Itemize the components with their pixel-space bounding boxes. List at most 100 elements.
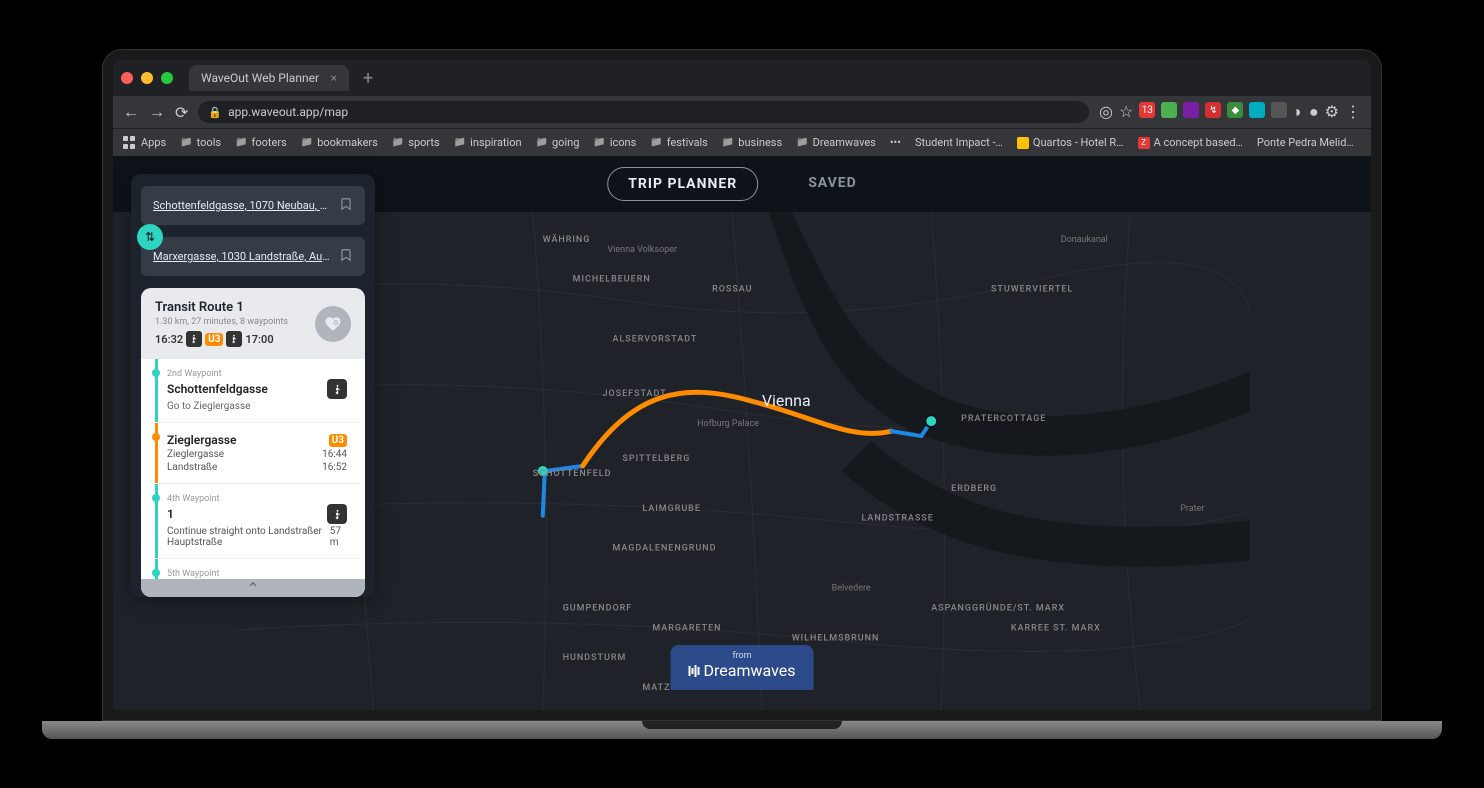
laptop-notch <box>642 721 842 729</box>
waypoint-label: 4th Waypoint <box>167 494 347 504</box>
collapse-panel-button[interactable]: ⌃ <box>141 579 365 597</box>
bookmark-folder[interactable]: footers <box>235 136 287 149</box>
favorite-route-button[interactable] <box>315 306 351 342</box>
new-tab-button[interactable]: + <box>357 68 379 89</box>
reload-button[interactable]: ⟳ <box>175 103 188 122</box>
route-step: Zieglergasse U3 Zieglergasse16:44 Landst… <box>155 423 361 484</box>
bookmark-link[interactable]: Quartos - Hotel R… <box>1017 136 1124 149</box>
waypoint-label: 2nd Waypoint <box>167 369 347 379</box>
apps-button[interactable]: Apps <box>123 136 166 150</box>
browser-tab-bar: WaveOut Web Planner × + <box>113 60 1371 96</box>
bookmarks-bar: Apps tools footers bookmakers sports ins… <box>113 128 1371 156</box>
to-location-field[interactable]: Marxergasse, 1030 Landstraße, Austria <box>141 237 365 276</box>
extension-icon[interactable] <box>1161 102 1177 118</box>
close-window-button[interactable] <box>121 72 133 84</box>
route-card: Transit Route 1 1.30 km, 27 minutes, 8 w… <box>141 288 365 597</box>
bookmark-folder[interactable]: sports <box>392 136 440 149</box>
window-controls <box>121 72 173 84</box>
svg-text:WILHELMSBRUNN: WILHELMSBRUNN <box>792 633 880 643</box>
extension-icon[interactable] <box>1249 102 1265 118</box>
close-tab-icon[interactable]: × <box>331 71 337 85</box>
route-step: 2nd Waypoint Schottenfeldgasse Go to Zie… <box>155 359 361 423</box>
nav-tabs: TRIP PLANNER SAVED <box>607 167 877 201</box>
minimize-window-button[interactable] <box>141 72 153 84</box>
svg-text:SCHOTTENFELD: SCHOTTENFELD <box>533 469 612 479</box>
svg-text:MARGARETEN: MARGARETEN <box>652 623 721 633</box>
svg-text:ASPANGGRÜNDE/ST. MARX: ASPANGGRÜNDE/ST. MARX <box>931 602 1065 613</box>
metro-line-badge: U3 <box>329 434 347 447</box>
route-time-row: 16:32 U3 17:00 <box>155 331 288 347</box>
svg-text:JOSEFSTADT: JOSEFSTADT <box>603 389 667 399</box>
depart-time: 16:32 <box>155 333 183 346</box>
svg-text:ALSERVORSTADT: ALSERVORSTADT <box>613 334 698 344</box>
svg-text:Prater: Prater <box>1180 504 1204 514</box>
route-step: 5th Waypoint <box>155 559 361 579</box>
back-button[interactable]: ← <box>123 102 139 122</box>
to-location-text: Marxergasse, 1030 Landstraße, Austria <box>153 250 331 263</box>
laptop-base <box>42 721 1442 739</box>
step-desc: Continue straight onto Landstraßer Haupt… <box>167 526 330 548</box>
svg-text:MICHELBEUERN: MICHELBEUERN <box>573 275 651 285</box>
svg-text:PRATERCOTTAGE: PRATERCOTTAGE <box>961 414 1046 424</box>
laptop-screen: WaveOut Web Planner × + ← → ⟳ 🔒 app.wave… <box>102 49 1382 721</box>
svg-text:HUNDSTURM: HUNDSTURM <box>563 653 627 663</box>
waypoint-label: 5th Waypoint <box>167 569 347 579</box>
walk-icon <box>226 331 242 347</box>
extension-icon[interactable]: ◆ <box>1227 102 1243 118</box>
site-info-icon[interactable]: ◎ <box>1099 102 1113 122</box>
bookmark-folder[interactable]: festivals <box>650 136 708 149</box>
extension-icon[interactable] <box>1271 102 1287 118</box>
tab-trip-planner[interactable]: TRIP PLANNER <box>607 167 758 201</box>
badge-brand: Dreamwaves <box>689 661 796 680</box>
route-steps[interactable]: 2nd Waypoint Schottenfeldgasse Go to Zie… <box>141 359 365 579</box>
walk-icon <box>327 379 347 399</box>
bookmark-folder[interactable]: bookmakers <box>301 136 378 149</box>
walk-icon <box>186 331 202 347</box>
svg-text:MAGDALENENGRUND: MAGDALENENGRUND <box>613 544 717 554</box>
svg-text:GUMPENDORF: GUMPENDORF <box>563 603 632 613</box>
bookmark-link[interactable]: ZA concept based… <box>1138 136 1243 149</box>
route-step: 4th Waypoint 1 Continue straight onto La… <box>155 484 361 559</box>
bookmark-folder[interactable]: tools <box>180 136 221 149</box>
app-viewport: wave ut TRIP PLANNER SAVED <box>113 156 1371 710</box>
browser-tab[interactable]: WaveOut Web Planner × <box>189 65 349 91</box>
bookmark-folder[interactable]: icons <box>593 136 636 149</box>
soundwave-icon <box>689 664 700 678</box>
maximize-window-button[interactable] <box>161 72 173 84</box>
swap-locations-button[interactable]: ⇅ <box>137 224 163 250</box>
tab-saved[interactable]: SAVED <box>788 167 877 201</box>
bookmark-icon[interactable] <box>339 247 353 266</box>
bookmark-link[interactable]: ••• <box>890 136 901 149</box>
svg-text:STUWERVIERTEL: STUWERVIERTEL <box>991 285 1073 295</box>
extension-icon[interactable] <box>1183 102 1199 118</box>
step-title: Zieglergasse <box>167 433 237 447</box>
extension-icons: ◎ ☆ 13 ↯ ◆ ◗ ● ⚙ ⋮ <box>1099 102 1361 122</box>
bookmark-link[interactable]: Student Impact -… <box>915 136 1003 149</box>
address-field[interactable]: 🔒 app.waveout.app/map <box>198 101 1089 123</box>
extension-icon[interactable]: 13 <box>1139 102 1155 118</box>
url-bar: ← → ⟳ 🔒 app.waveout.app/map ◎ ☆ 13 ↯ ◆ <box>113 96 1371 128</box>
forward-button[interactable]: → <box>149 102 165 122</box>
svg-text:LAIMGRUBE: LAIMGRUBE <box>642 504 701 514</box>
trip-planner-panel: Schottenfeldgasse, 1070 Neubau, Austria … <box>131 174 375 597</box>
from-location-field[interactable]: Schottenfeldgasse, 1070 Neubau, Austria <box>141 186 365 225</box>
svg-text:LANDSTRASSE: LANDSTRASSE <box>862 514 934 524</box>
dreamwaves-badge: from Dreamwaves <box>671 645 814 690</box>
extension-icon[interactable]: ↯ <box>1205 102 1221 118</box>
badge-from-label: from <box>732 651 751 661</box>
settings-icon[interactable]: ⚙ <box>1325 102 1339 122</box>
route-title: Transit Route 1 <box>155 300 288 315</box>
bookmark-icon[interactable] <box>339 196 353 215</box>
bookmark-folder[interactable]: going <box>536 136 580 149</box>
menu-icon[interactable]: ⋮ <box>1345 102 1361 122</box>
tab-title: WaveOut Web Planner <box>201 71 319 85</box>
bookmark-star-icon[interactable]: ☆ <box>1119 102 1133 122</box>
route-summary: 1.30 km, 27 minutes, 8 waypoints <box>155 317 288 327</box>
svg-text:KARREE ST. MARX: KARREE ST. MARX <box>1011 623 1101 633</box>
bookmark-link[interactable]: Ponte Pedra Melid… <box>1257 136 1354 149</box>
bookmark-folder[interactable]: Dreamwaves <box>796 136 876 149</box>
bookmark-folder[interactable]: inspiration <box>454 136 522 149</box>
bookmark-folder[interactable]: business <box>722 136 782 149</box>
profile-icon[interactable]: ● <box>1309 102 1319 122</box>
from-location-text: Schottenfeldgasse, 1070 Neubau, Austria <box>153 199 331 212</box>
